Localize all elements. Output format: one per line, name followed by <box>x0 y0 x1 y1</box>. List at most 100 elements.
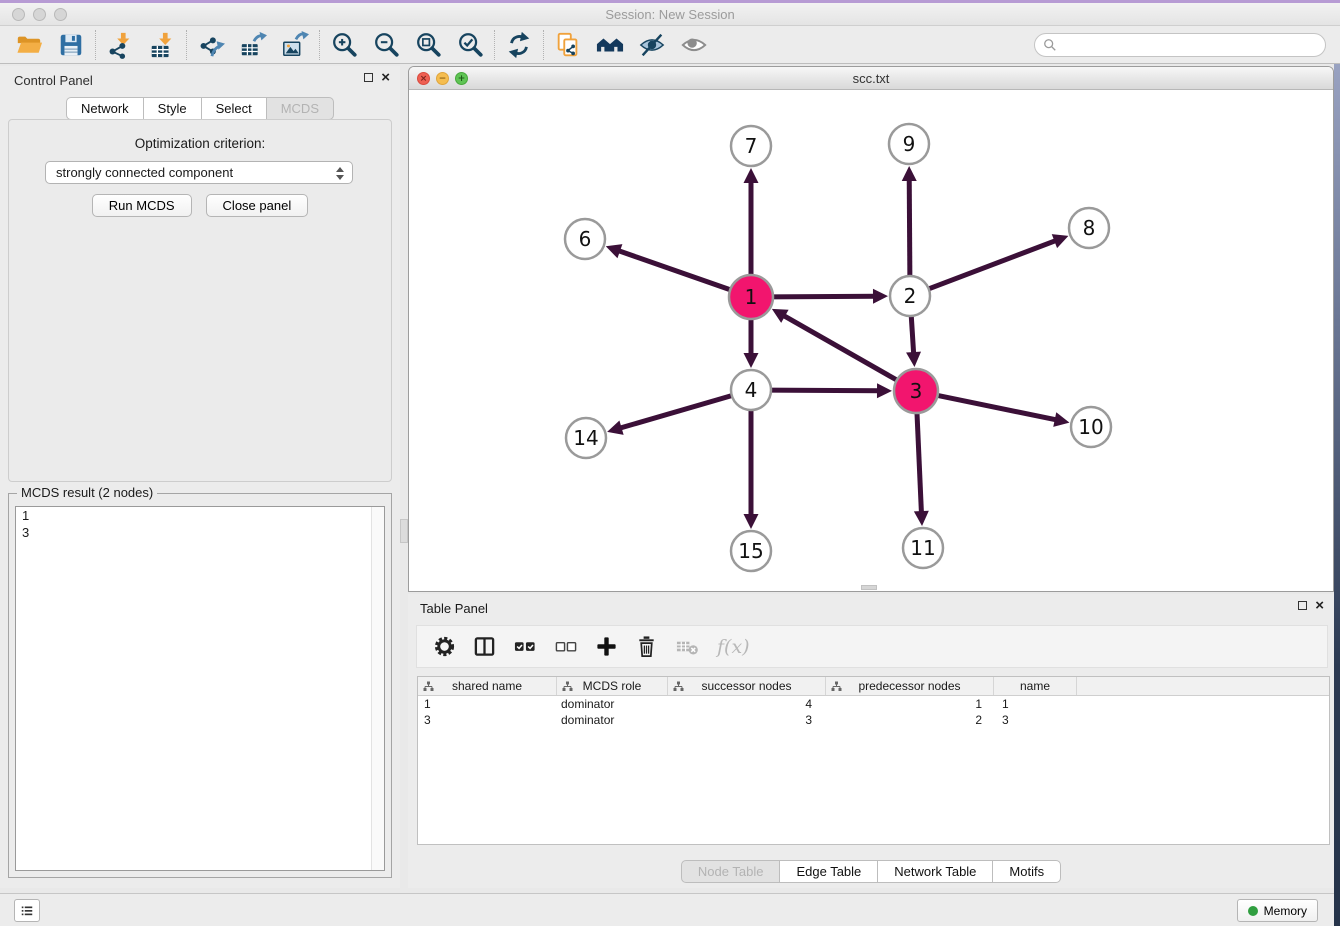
export-image-button[interactable] <box>274 29 316 61</box>
toolbar-separator <box>494 30 495 60</box>
graph-node-label: 11 <box>910 536 935 560</box>
table-panel-title: Table Panel <box>420 601 488 616</box>
search-field[interactable] <box>1034 33 1326 57</box>
criterion-selected-value: strongly connected component <box>56 165 233 180</box>
table-tab-node-table[interactable]: Node Table <box>681 860 781 883</box>
table-cell: dominator <box>557 712 668 728</box>
status-bar: Memory <box>0 893 1334 926</box>
zoom-fit-button[interactable] <box>407 29 449 61</box>
graph-edge-1-2[interactable] <box>770 296 877 297</box>
delete-columns-button[interactable] <box>635 635 658 658</box>
table-cell: 2 <box>826 712 994 728</box>
zoom-selected-button[interactable] <box>449 29 491 61</box>
control-panel-title: Control Panel <box>14 73 93 88</box>
function-builder-button[interactable]: f(x) <box>717 636 750 658</box>
network-graph[interactable]: 7968124314101511 <box>409 90 1333 591</box>
control-panel-tabs: NetworkStyleSelectMCDS <box>0 97 400 120</box>
graph-edge-2-3[interactable] <box>911 313 914 356</box>
home-layout-button[interactable] <box>589 29 631 61</box>
graph-edge-3-10[interactable] <box>935 395 1059 421</box>
column-header-MCDS-role[interactable]: MCDS role <box>557 677 668 695</box>
memory-button[interactable]: Memory <box>1237 899 1318 922</box>
show-all-button[interactable] <box>673 29 715 61</box>
network-hscroll-thumb[interactable] <box>861 585 877 590</box>
graph-edge-3-1[interactable] <box>781 314 899 381</box>
control-tab-network[interactable]: Network <box>66 97 144 120</box>
select-all-icon <box>513 635 537 658</box>
add-column-button[interactable] <box>595 635 618 658</box>
table-row[interactable]: 3dominator323 <box>418 712 1329 728</box>
mcds-result-list[interactable]: 13 <box>15 506 385 871</box>
select-all-rows-button[interactable] <box>513 635 537 658</box>
table-tab-motifs[interactable]: Motifs <box>992 860 1061 883</box>
save-icon <box>57 31 85 59</box>
close-panel-button[interactable]: Close panel <box>206 194 309 217</box>
export-table-button[interactable] <box>232 29 274 61</box>
column-header-predecessor-nodes[interactable]: predecessor nodes <box>826 677 994 695</box>
toolbar-separator <box>543 30 544 60</box>
graph-edge-2-9[interactable] <box>909 177 910 279</box>
apply-layout-refresh-button[interactable] <box>498 29 540 61</box>
zoom-in-icon <box>330 31 358 59</box>
table-toolbar: f(x) <box>416 625 1328 668</box>
graph-edge-4-3[interactable] <box>768 390 881 391</box>
hide-eye-icon <box>638 31 666 59</box>
task-history-button[interactable] <box>14 899 40 922</box>
plus-icon <box>595 635 618 658</box>
hide-selected-button[interactable] <box>631 29 673 61</box>
zoom-in-button[interactable] <box>323 29 365 61</box>
panel-splitter-handle[interactable] <box>400 519 408 543</box>
search-input[interactable] <box>1057 37 1317 53</box>
graph-edge-2-8[interactable] <box>926 240 1058 290</box>
network-canvas[interactable]: 7968124314101511 <box>409 90 1333 591</box>
graph-edge-3-11[interactable] <box>917 410 922 515</box>
graph-edge-1-6[interactable] <box>616 250 733 291</box>
export-network-button[interactable] <box>190 29 232 61</box>
export-table-icon <box>239 31 267 59</box>
float-panel-icon[interactable] <box>364 73 373 82</box>
float-table-panel-icon[interactable] <box>1298 601 1307 610</box>
control-tab-select[interactable]: Select <box>201 97 267 120</box>
table-tab-network-table[interactable]: Network Table <box>877 860 993 883</box>
home-layout-icon <box>596 31 624 59</box>
toolbar-separator <box>95 30 96 60</box>
graph-edge-arrowhead <box>906 352 921 367</box>
deselect-all-rows-button[interactable] <box>554 635 578 658</box>
table-row[interactable]: 1dominator411 <box>418 696 1329 712</box>
control-panel-header: Control Panel × <box>0 66 400 94</box>
zoom-out-button[interactable] <box>365 29 407 61</box>
result-scrollbar[interactable] <box>371 507 384 870</box>
control-tab-mcds[interactable]: MCDS <box>266 97 334 120</box>
run-mcds-button[interactable]: Run MCDS <box>92 194 192 217</box>
main-toolbar <box>0 26 1340 64</box>
column-header-successor-nodes[interactable]: successor nodes <box>668 677 826 695</box>
table-panel: Table Panel × <box>408 594 1334 888</box>
close-table-panel-icon[interactable]: × <box>1315 600 1324 611</box>
import-network-icon <box>106 31 134 59</box>
control-tab-style[interactable]: Style <box>143 97 202 120</box>
network-window-titlebar[interactable]: × − + scc.txt <box>409 67 1333 90</box>
column-type-icon <box>423 681 434 692</box>
column-visibility-button[interactable] <box>473 635 496 658</box>
close-panel-icon[interactable]: × <box>381 72 390 83</box>
table-tab-edge-table[interactable]: Edge Table <box>779 860 878 883</box>
graph-edge-arrowhead <box>744 168 759 183</box>
graph-edge-4-14[interactable] <box>618 395 735 429</box>
save-session-button[interactable] <box>50 29 92 61</box>
graph-node-label: 6 <box>579 227 592 251</box>
column-header-name[interactable]: name <box>994 677 1077 695</box>
first-neighbors-button[interactable] <box>547 29 589 61</box>
import-table-button[interactable] <box>141 29 183 61</box>
open-folder-icon <box>15 31 43 59</box>
graph-edge-arrowhead <box>1053 412 1069 427</box>
deselect-all-icon <box>554 635 578 658</box>
open-folder-button[interactable] <box>8 29 50 61</box>
delete-table-button[interactable] <box>675 635 700 658</box>
gear-icon <box>433 635 456 658</box>
table-options-gear-button[interactable] <box>433 635 456 658</box>
column-header-shared-name[interactable]: shared name <box>418 677 557 695</box>
table-body: 1dominator4113dominator323 <box>418 696 1329 728</box>
criterion-select[interactable]: strongly connected component <box>45 161 353 184</box>
import-network-button[interactable] <box>99 29 141 61</box>
toolbar-separator <box>186 30 187 60</box>
